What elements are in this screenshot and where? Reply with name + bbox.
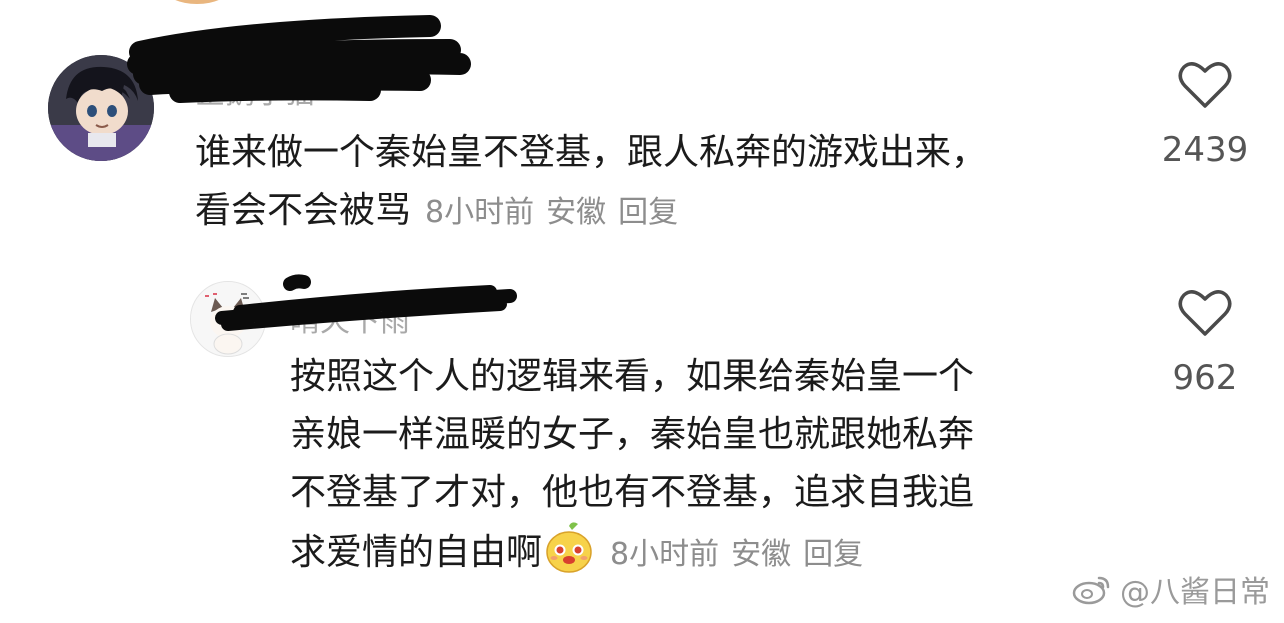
username[interactable]: 晴天下雨 — [290, 296, 410, 340]
comment-line: 看会不会被骂 — [195, 190, 412, 231]
comment-text: 按照这个人的逻辑来看，如果给秦始皇一个 亲娘一样温暖的女子，秦始皇也就跟她私奔 … — [290, 348, 974, 584]
heart-icon[interactable] — [1178, 60, 1232, 110]
comment-line: 求爱情的自由啊 — [290, 532, 543, 573]
avatar[interactable] — [48, 55, 154, 161]
cute-face-emoji-icon — [546, 522, 592, 573]
location: 安徽 — [731, 537, 792, 572]
reply-button[interactable]: 回复 — [618, 195, 678, 230]
username[interactable]: 企鹅小猫 — [195, 68, 315, 112]
like-count: 2439 — [1161, 130, 1249, 170]
comment-line-with-meta: 看会不会被骂 8小时前 安徽 回复 — [195, 182, 987, 242]
heart-icon[interactable] — [1178, 288, 1232, 338]
comment-line: 谁来做一个秦始皇不登基，跟人私奔的游戏出来， — [195, 132, 988, 173]
watermark-text: @八酱日常 — [1120, 575, 1270, 610]
comment-line-with-meta: 求爱情的自由啊 8小时前 安徽 回复 — [290, 522, 974, 584]
avatar[interactable] — [190, 281, 266, 357]
location: 安徽 — [546, 195, 607, 230]
comment-line: 按照这个人的逻辑来看，如果给秦始皇一个 — [290, 356, 975, 397]
comment-text: 谁来做一个秦始皇不登基，跟人私奔的游戏出来， 看会不会被骂 8小时前 安徽 回复 — [195, 124, 987, 242]
previous-comment-avatar-edge — [165, 0, 229, 4]
like-count: 962 — [1172, 358, 1238, 398]
comment-line: 不登基了才对，他也有不登基，追求自我追 — [290, 472, 975, 513]
timestamp: 8小时前 — [425, 195, 535, 230]
comment-meta: 8小时前 安徽 回复 — [610, 537, 875, 572]
weibo-watermark: @八酱日常 — [1072, 567, 1270, 611]
like-button[interactable]: 2439 — [1150, 60, 1260, 170]
weibo-logo-icon — [1072, 576, 1110, 605]
anime-boy-avatar-image — [48, 55, 154, 161]
cat-avatar-image — [191, 282, 265, 356]
timestamp: 8小时前 — [610, 537, 720, 572]
like-button[interactable]: 962 — [1150, 288, 1260, 398]
reply-button[interactable]: 回复 — [803, 537, 863, 572]
comment-meta: 8小时前 安徽 回复 — [425, 195, 690, 230]
comment-line: 亲娘一样温暖的女子，秦始皇也就跟她私奔 — [290, 414, 975, 455]
